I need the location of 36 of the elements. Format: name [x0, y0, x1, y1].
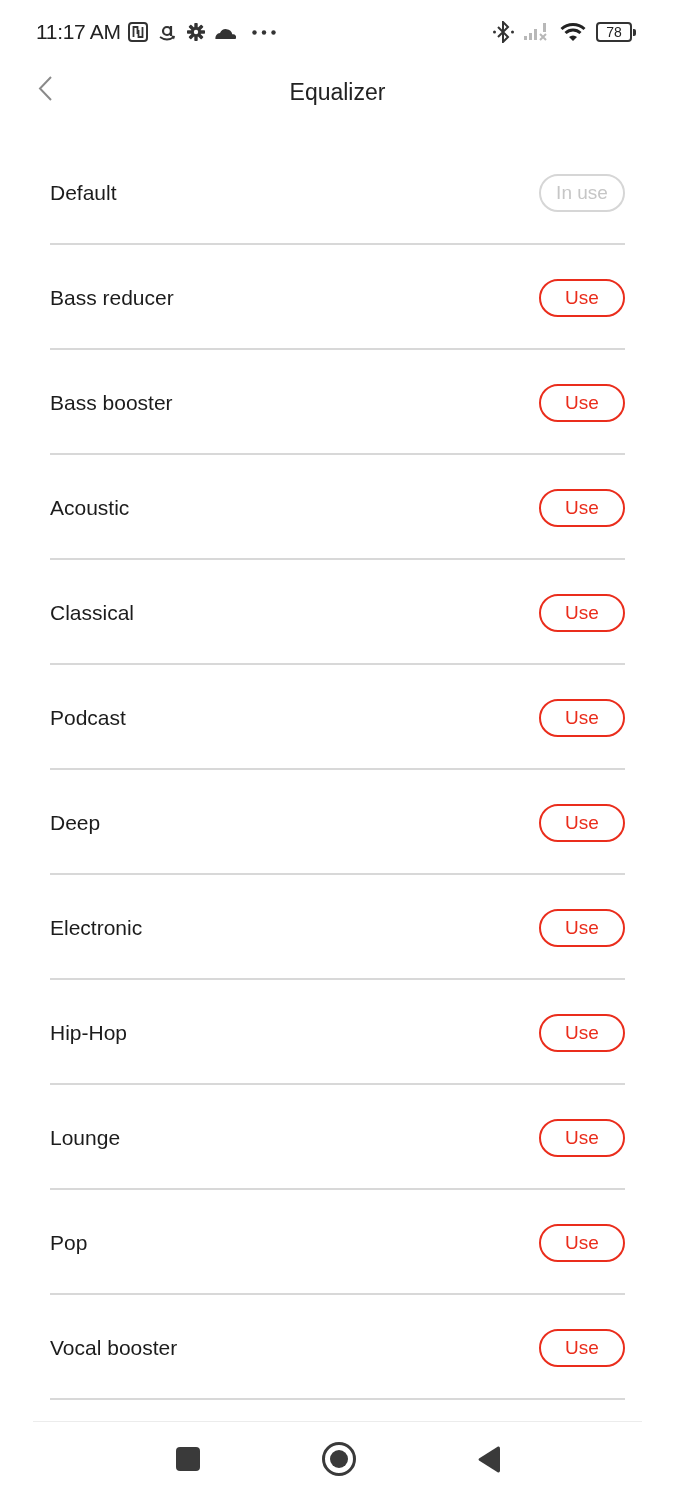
use-button[interactable]: Use — [539, 488, 625, 527]
bluetooth-icon — [493, 21, 514, 43]
use-button[interactable]: Use — [539, 1013, 625, 1052]
preset-name: Bass booster — [50, 390, 173, 415]
back-triangle-icon[interactable] — [477, 1445, 500, 1473]
use-button[interactable]: Use — [539, 803, 625, 842]
status-time: 11:17 AM — [36, 20, 121, 44]
use-button[interactable]: Use — [539, 1328, 625, 1367]
preset-name: Deep — [50, 810, 101, 835]
preset-name: Pop — [50, 1230, 88, 1255]
more-dots-icon — [251, 29, 276, 35]
preset-name: Acoustic — [50, 495, 130, 520]
back-icon — [38, 75, 52, 101]
battery-indicator: 78 — [596, 22, 636, 42]
nfc-icon — [127, 22, 148, 42]
preset-name: Default — [50, 180, 117, 205]
use-button[interactable]: Use — [539, 278, 625, 317]
settings-icon — [186, 23, 205, 41]
use-button[interactable]: Use — [539, 593, 625, 632]
use-button[interactable]: Use — [539, 1118, 625, 1157]
use-button[interactable]: Use — [539, 908, 625, 947]
preset-name: Electronic — [50, 915, 143, 940]
preset-name: Podcast — [50, 705, 126, 730]
square-icon[interactable] — [175, 1447, 200, 1471]
wifi-icon — [560, 22, 586, 42]
use-button[interactable]: Use — [539, 698, 625, 737]
preset-name: Classical — [50, 600, 135, 625]
use-button[interactable]: Use — [539, 1223, 625, 1262]
preset-name: Vocal booster — [50, 1335, 178, 1360]
preset-name: Hip-Hop — [50, 1020, 128, 1045]
home-icon[interactable] — [321, 1442, 356, 1476]
preset-name: Lounge — [50, 1125, 121, 1150]
use-button[interactable]: Use — [539, 383, 625, 422]
preset-name: Bass reducer — [50, 285, 174, 310]
signal-icon — [524, 23, 550, 41]
page-title: Equalizer — [289, 78, 386, 106]
